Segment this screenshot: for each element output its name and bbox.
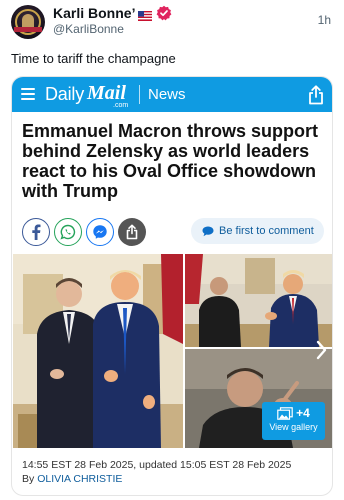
view-gallery-label: View gallery	[269, 422, 318, 432]
timestamp[interactable]: 1h	[318, 13, 331, 27]
comment-button[interactable]: Be first to comment	[191, 218, 324, 244]
comment-button-label: Be first to comment	[219, 225, 314, 237]
article-headline[interactable]: Emmanuel Macron throws support behind Ze…	[22, 121, 322, 201]
social-share-row	[22, 218, 150, 246]
article-dateline: 14:55 EST 28 Feb 2025, updated 15:05 EST…	[22, 459, 292, 471]
gallery-count: +4	[296, 406, 310, 420]
comment-bubble-icon	[202, 226, 214, 236]
byline-prefix: By	[22, 473, 35, 485]
logo-com: .com	[113, 102, 129, 109]
logo-daily: Daily	[45, 84, 85, 104]
display-name[interactable]: Karli Bonne’	[53, 5, 135, 21]
avatar[interactable]	[11, 5, 45, 39]
site-logo[interactable]: Daily Mail .com	[45, 82, 129, 109]
section-label[interactable]: News	[148, 86, 186, 103]
us-flag-icon	[138, 8, 153, 21]
article-byline: By OLIVIA CHRISTIE	[22, 473, 122, 485]
view-gallery-button[interactable]: +4 View gallery	[262, 402, 325, 440]
handle[interactable]: @KarliBonne	[53, 22, 124, 36]
author-link[interactable]: OLIVIA CHRISTIE	[37, 473, 122, 485]
hamburger-menu-icon[interactable]	[21, 88, 35, 100]
tweet-header: Karli Bonne’ @KarliBonne 1h	[0, 0, 344, 50]
gallery-icon	[277, 406, 293, 420]
logo-mail: Mail	[87, 82, 126, 104]
whatsapp-icon[interactable]	[54, 218, 82, 246]
header-divider	[139, 85, 140, 104]
author-name-row[interactable]: Karli Bonne’	[53, 4, 172, 22]
link-preview-card[interactable]: Daily Mail .com News Emmanuel Macron thr…	[11, 76, 333, 496]
tweet-text: Time to tariff the champagne	[11, 51, 176, 66]
site-header-bar: Daily Mail .com News	[12, 77, 332, 112]
share-icon[interactable]	[307, 85, 325, 105]
more-share-icon[interactable]	[118, 218, 146, 246]
gallery-next-icon[interactable]	[312, 339, 330, 361]
facebook-icon[interactable]	[22, 218, 50, 246]
article-photo-meeting[interactable]	[185, 254, 332, 347]
verified-badge-icon	[156, 5, 172, 21]
article-photo-main[interactable]	[13, 254, 183, 448]
messenger-icon[interactable]	[86, 218, 114, 246]
